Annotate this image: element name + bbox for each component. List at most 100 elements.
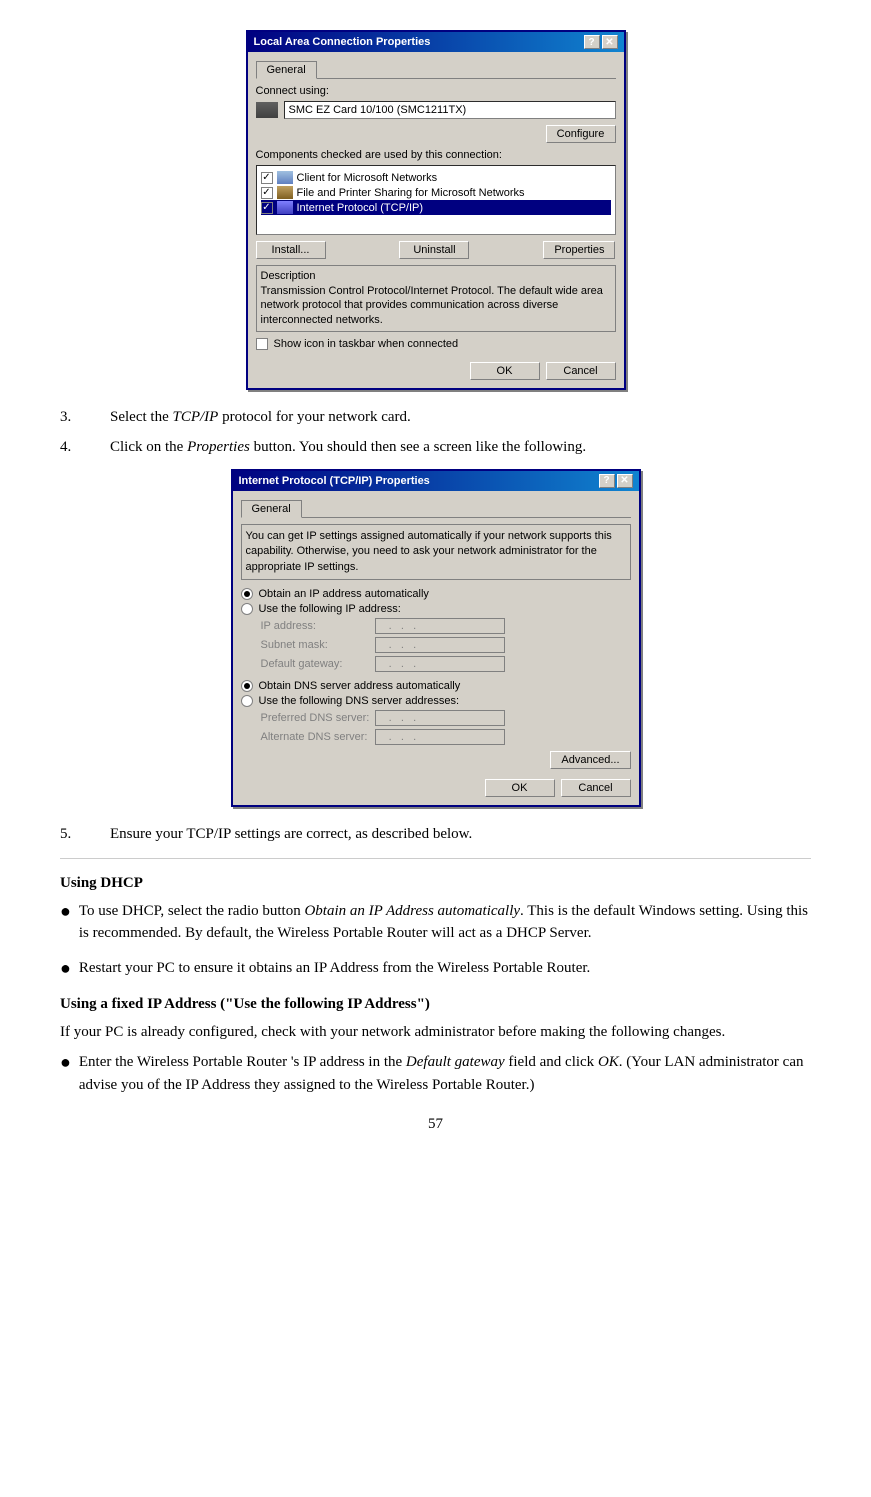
subnet-mask-input: . . .	[375, 637, 505, 653]
step4-num: 4.	[60, 436, 110, 459]
titlebar-buttons: ? ✕	[584, 35, 618, 49]
tab-bar: General	[256, 60, 616, 79]
ok-cancel-row: OK Cancel	[256, 358, 616, 380]
description-box: Description Transmission Control Protoco…	[256, 265, 616, 332]
dialog2-titlebar: Internet Protocol (TCP/IP) Properties ? …	[233, 471, 639, 491]
step4-text: Click on the Properties button. You shou…	[110, 436, 811, 459]
dialog2-body: General You can get IP settings assigned…	[233, 491, 639, 805]
radio-auto-dns[interactable]	[241, 680, 253, 692]
step-5: 5. Ensure your TCP/IP settings are corre…	[60, 823, 811, 846]
subnet-mask-label: Subnet mask:	[261, 639, 371, 651]
step4-italic: Properties	[187, 439, 250, 455]
radio-auto-ip-row: Obtain an IP address automatically	[241, 588, 631, 600]
step5-num: 5.	[60, 823, 110, 846]
bullet-dot-3: ●	[60, 1051, 71, 1096]
dialog2-tab-general[interactable]: General	[241, 500, 302, 518]
default-gateway-input: . . .	[375, 656, 505, 672]
component-icon-2	[277, 186, 293, 199]
preferred-dns-input: . . .	[375, 710, 505, 726]
component-name-2: File and Printer Sharing for Microsoft N…	[297, 187, 525, 199]
dialog1-ok-button[interactable]: OK	[470, 362, 540, 380]
dialog2-ok-cancel-row: OK Cancel	[241, 775, 631, 797]
radio-auto-dns-label: Obtain DNS server address automatically	[259, 680, 461, 692]
uninstall-button[interactable]: Uninstall	[399, 241, 469, 259]
connect-using-row: SMC EZ Card 10/100 (SMC1211TX)	[256, 101, 616, 119]
dialog2-ok-button[interactable]: OK	[485, 779, 555, 797]
ip-fields: IP address: . . . Subnet mask: . . . Def…	[261, 618, 631, 672]
step5-text: Ensure your TCP/IP settings are correct,…	[110, 823, 811, 846]
dhcp-bullet1-text: To use DHCP, select the radio button Obt…	[79, 900, 811, 945]
checkbox-1[interactable]: ✓	[261, 172, 273, 184]
dialog2-close-button[interactable]: ✕	[617, 474, 633, 488]
checkbox-2[interactable]: ✓	[261, 187, 273, 199]
dialog2-cancel-button[interactable]: Cancel	[561, 779, 631, 797]
component-name-3: Internet Protocol (TCP/IP)	[297, 202, 424, 214]
taskbar-checkbox[interactable]	[256, 338, 268, 350]
dialog2-help-button[interactable]: ?	[599, 474, 615, 488]
radio-auto-ip[interactable]	[241, 588, 253, 600]
dhcp-bullet1-italic: Obtain an IP Address automatically	[304, 903, 520, 919]
component-icon-1	[277, 171, 293, 184]
description-text: Transmission Control Protocol/Internet P…	[261, 284, 611, 327]
dialog2-tab-bar: General	[241, 499, 631, 518]
dhcp-bullet-1: ● To use DHCP, select the radio button O…	[60, 900, 811, 945]
taskbar-checkbox-row: Show icon in taskbar when connected	[256, 338, 616, 350]
fixed-bullet1-suffix: field and click	[505, 1054, 598, 1070]
component-item: ✓ Client for Microsoft Networks	[261, 170, 611, 185]
subnet-mask-row: Subnet mask: . . .	[261, 637, 631, 653]
checkbox-3[interactable]: ✓	[261, 202, 273, 214]
radio-fixed-ip-row: Use the following IP address:	[241, 603, 631, 615]
fixed-bullet1-text: Enter the Wireless Portable Router 's IP…	[79, 1051, 811, 1096]
fixed-bullet-1: ● Enter the Wireless Portable Router 's …	[60, 1051, 811, 1096]
page-content: Local Area Connection Properties ? ✕ Gen…	[60, 30, 811, 1133]
alternate-dns-row: Alternate DNS server: . . .	[261, 729, 631, 745]
step-3: 3. Select the TCP/IP protocol for your n…	[60, 406, 811, 429]
components-label: Components checked are used by this conn…	[256, 149, 616, 161]
component-item-2: ✓ File and Printer Sharing for Microsoft…	[261, 185, 611, 200]
fixed-bullet1-italic2: OK	[598, 1054, 619, 1070]
tab-general[interactable]: General	[256, 61, 317, 79]
properties-button[interactable]: Properties	[543, 241, 615, 259]
install-uninstall-row: Install... Uninstall Properties	[256, 241, 616, 259]
tcpip-properties-dialog: Internet Protocol (TCP/IP) Properties ? …	[231, 469, 641, 807]
fixed-bullet1-italic: Default gateway	[406, 1054, 505, 1070]
dhcp-bullet-2: ● Restart your PC to ensure it obtains a…	[60, 957, 811, 980]
install-button[interactable]: Install...	[256, 241, 326, 259]
connect-using-label: Connect using:	[256, 85, 616, 97]
close-button[interactable]: ✕	[602, 35, 618, 49]
device-name: SMC EZ Card 10/100 (SMC1211TX)	[284, 101, 616, 119]
configure-button[interactable]: Configure	[546, 125, 616, 143]
tcpip-info-text: You can get IP settings assigned automat…	[241, 524, 631, 580]
dialog2-wrapper: Internet Protocol (TCP/IP) Properties ? …	[60, 469, 811, 807]
lan-properties-dialog: Local Area Connection Properties ? ✕ Gen…	[246, 30, 626, 390]
ip-address-label: IP address:	[261, 620, 371, 632]
dialog1-titlebar: Local Area Connection Properties ? ✕	[248, 32, 624, 52]
dialog1-cancel-button[interactable]: Cancel	[546, 362, 616, 380]
dns-section: Obtain DNS server address automatically …	[241, 680, 631, 745]
radio-fixed-ip[interactable]	[241, 603, 253, 615]
step4-suffix: button. You should then see a screen lik…	[250, 439, 586, 455]
dialog1-body: General Connect using: SMC EZ Card 10/10…	[248, 52, 624, 388]
alternate-dns-label: Alternate DNS server:	[261, 731, 371, 743]
using-dhcp-heading: Using DHCP	[60, 875, 811, 892]
dhcp-bullet1-prefix: To use DHCP, select the radio button	[79, 903, 305, 919]
default-gateway-label: Default gateway:	[261, 658, 371, 670]
step3-suffix: protocol for your network card.	[218, 409, 410, 425]
ip-address-input: . . .	[375, 618, 505, 634]
ip-address-row: IP address: . . .	[261, 618, 631, 634]
dialog1-title: Local Area Connection Properties	[254, 36, 431, 48]
radio-fixed-dns-row: Use the following DNS server addresses:	[241, 695, 631, 707]
step-4: 4. Click on the Properties button. You s…	[60, 436, 811, 459]
step3-text: Select the TCP/IP protocol for your netw…	[110, 406, 811, 429]
divider	[60, 858, 811, 859]
page-number: 57	[60, 1116, 811, 1133]
radio-fixed-dns-label: Use the following DNS server addresses:	[259, 695, 460, 707]
component-item-3: ✓ Internet Protocol (TCP/IP)	[261, 200, 611, 215]
help-button[interactable]: ?	[584, 35, 600, 49]
ip-radio-section: Obtain an IP address automatically Use t…	[241, 588, 631, 672]
radio-fixed-dns[interactable]	[241, 695, 253, 707]
taskbar-label: Show icon in taskbar when connected	[274, 338, 459, 350]
advanced-button[interactable]: Advanced...	[550, 751, 630, 769]
dialog2-title: Internet Protocol (TCP/IP) Properties	[239, 475, 430, 487]
preferred-dns-label: Preferred DNS server:	[261, 712, 371, 724]
